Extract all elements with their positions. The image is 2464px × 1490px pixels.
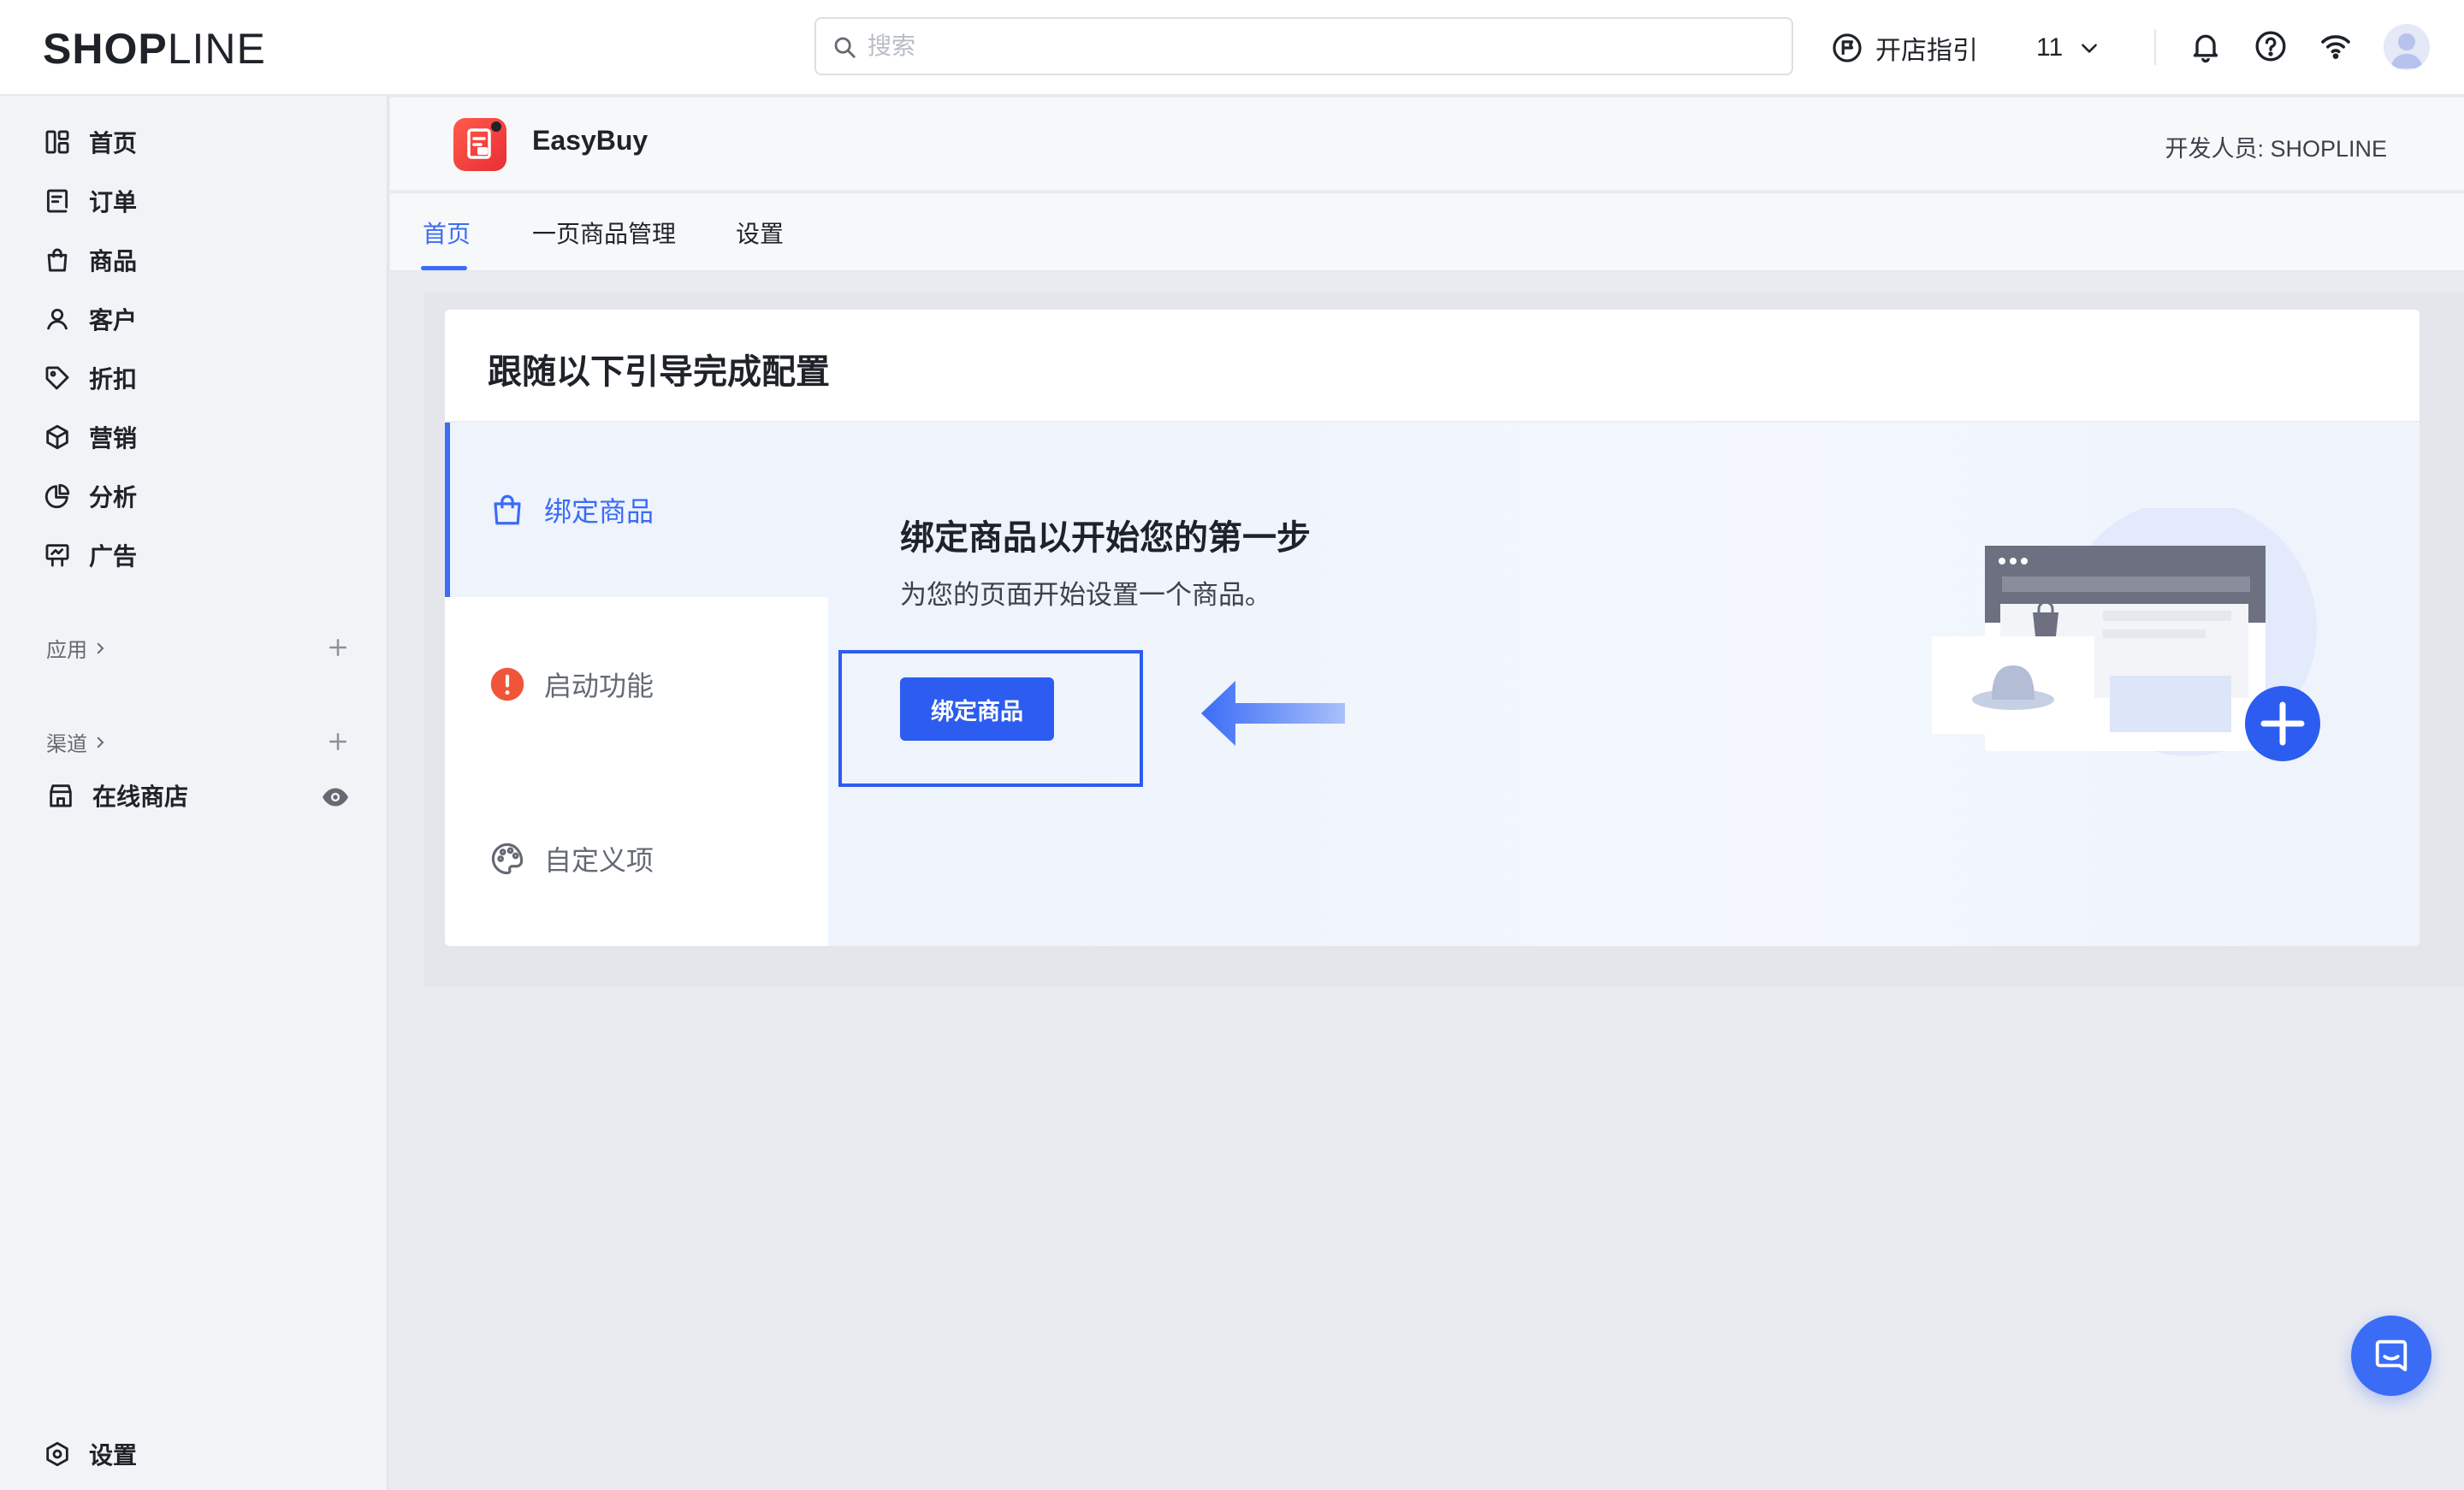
chat-support-button[interactable] xyxy=(2351,1316,2431,1396)
billboard-icon xyxy=(45,544,69,567)
tab-label: 首页 xyxy=(423,221,471,247)
sidebar-item-label: 首页 xyxy=(89,130,138,157)
sidebar-item-ads[interactable]: 广告 xyxy=(43,533,137,577)
sidebar-item-label: 设置 xyxy=(89,1442,138,1469)
store-guide-link[interactable]: 开店指引 xyxy=(1831,26,1978,70)
sidebar-item-label: 客户 xyxy=(89,307,138,334)
pointing-arrow-icon xyxy=(1201,681,1345,746)
user-icon xyxy=(46,308,68,330)
chevron-right-icon xyxy=(97,736,104,748)
sidebar-item-online-store[interactable]: 在线商店 xyxy=(46,773,188,818)
chevron-down-icon xyxy=(2082,44,2098,53)
search-input[interactable] xyxy=(868,24,1774,68)
palette-icon xyxy=(491,843,524,875)
channels-section-label: 渠道 xyxy=(46,733,87,756)
active-tab-indicator xyxy=(421,266,467,270)
channels-section-toggle[interactable]: 渠道 xyxy=(46,727,108,757)
setup-guide-title: 跟随以下引导完成配置 xyxy=(488,353,830,391)
logo-text-bold: SHOP xyxy=(43,25,168,73)
chat-icon xyxy=(2375,1339,2408,1372)
shopline-logo[interactable]: SHOPLINE xyxy=(43,24,266,73)
product-illustration xyxy=(1932,508,2320,761)
sidebar-item-discounts[interactable]: 折扣 xyxy=(43,356,137,400)
app-name: EasyBuy xyxy=(532,125,649,156)
step-content-panel: 绑定商品以开始您的第一步 为您的页面开始设置一个商品。 绑定商品 xyxy=(828,423,2420,946)
order-icon xyxy=(46,189,68,213)
sidebar-item-label: 分析 xyxy=(89,484,138,511)
logo-text-light: LINE xyxy=(167,25,266,73)
tab-label: 一页商品管理 xyxy=(532,221,677,247)
cube-icon xyxy=(46,424,68,450)
store-selector[interactable]: 11 xyxy=(2036,26,2100,70)
store-icon xyxy=(50,784,72,807)
app-tabs: 首页 一页商品管理 设置 xyxy=(390,193,2464,272)
sidebar-item-label: 营销 xyxy=(89,425,138,452)
step-content-subtitle: 为您的页面开始设置一个商品。 xyxy=(900,580,1271,610)
top-bar: SHOPLINE 开店指引 11 xyxy=(0,0,2464,96)
flag-circle-icon xyxy=(1833,33,1862,62)
step-bind-product[interactable]: 绑定商品 xyxy=(445,423,828,597)
sidebar-item-label: 在线商店 xyxy=(92,783,189,810)
sidebar-item-analytics[interactable]: 分析 xyxy=(43,474,137,518)
sidebar-item-label: 折扣 xyxy=(89,366,138,393)
developer-label: 开发人员: SHOPLINE xyxy=(2165,136,2387,162)
apps-section-toggle[interactable]: 应用 xyxy=(46,633,108,663)
setup-guide-card: 跟随以下引导完成配置 绑定商品 启动功能 自定义项 绑定商品以开始您的第一步 为… xyxy=(445,310,2420,946)
sidebar-item-settings[interactable]: 设置 xyxy=(43,1432,137,1476)
guide-steps: 绑定商品 启动功能 自定义项 xyxy=(445,423,828,946)
sidebar-item-customers[interactable]: 客户 xyxy=(43,297,137,341)
tab-label: 设置 xyxy=(736,221,785,247)
apps-section-label: 应用 xyxy=(46,639,87,662)
pie-chart-icon xyxy=(44,483,70,509)
store-selector-value: 11 xyxy=(2036,33,2064,62)
sidebar-item-label: 广告 xyxy=(89,543,138,570)
guide-label: 开店指引 xyxy=(1875,37,1978,65)
tab-home[interactable]: 首页 xyxy=(423,216,471,250)
avatar-person-icon xyxy=(2390,33,2423,68)
tag-icon xyxy=(45,366,69,390)
help-icon[interactable] xyxy=(2254,29,2288,63)
eye-icon[interactable] xyxy=(320,782,351,813)
topbar-divider xyxy=(2154,29,2156,65)
sidebar-item-orders[interactable]: 订单 xyxy=(43,179,137,223)
alert-icon xyxy=(490,667,524,701)
app-logo-icon xyxy=(467,121,501,159)
app-header: EasyBuy 开发人员: SHOPLINE xyxy=(390,98,2464,192)
step-customize[interactable]: 自定义项 xyxy=(445,772,828,946)
sidebar: 首页 订单 商品 客户 折扣 营销 分析 广告 应用 渠道 在线商店 设置 xyxy=(0,96,388,1490)
bell-icon[interactable] xyxy=(2189,29,2223,63)
sidebar-item-label: 订单 xyxy=(89,189,138,216)
sidebar-item-marketing[interactable]: 营销 xyxy=(43,415,137,459)
bind-product-button[interactable]: 绑定商品 xyxy=(900,677,1054,741)
settings-hexagon-icon xyxy=(46,1441,68,1467)
sidebar-item-label: 商品 xyxy=(89,248,138,275)
sidebar-item-products[interactable]: 商品 xyxy=(43,238,137,282)
tab-settings[interactable]: 设置 xyxy=(736,216,784,250)
bag-icon xyxy=(47,248,68,272)
easybuy-app-logo xyxy=(453,118,506,171)
step-label: 启动功能 xyxy=(544,671,654,701)
tab-product-management[interactable]: 一页商品管理 xyxy=(532,216,676,250)
step-enable-feature[interactable]: 启动功能 xyxy=(445,597,828,772)
add-channel-icon[interactable] xyxy=(325,729,351,754)
sidebar-item-home[interactable]: 首页 xyxy=(43,120,137,164)
step-content-title: 绑定商品以开始您的第一步 xyxy=(900,519,1311,557)
chevron-right-icon xyxy=(97,642,104,653)
dashboard-icon xyxy=(45,130,69,154)
user-avatar[interactable] xyxy=(2384,24,2430,70)
search-box[interactable] xyxy=(814,17,1793,75)
wifi-icon[interactable] xyxy=(2319,29,2353,63)
bag-icon xyxy=(494,494,521,525)
step-label: 绑定商品 xyxy=(544,496,654,527)
add-app-icon[interactable] xyxy=(325,635,351,660)
step-label: 自定义项 xyxy=(544,845,654,876)
search-icon xyxy=(834,37,856,58)
